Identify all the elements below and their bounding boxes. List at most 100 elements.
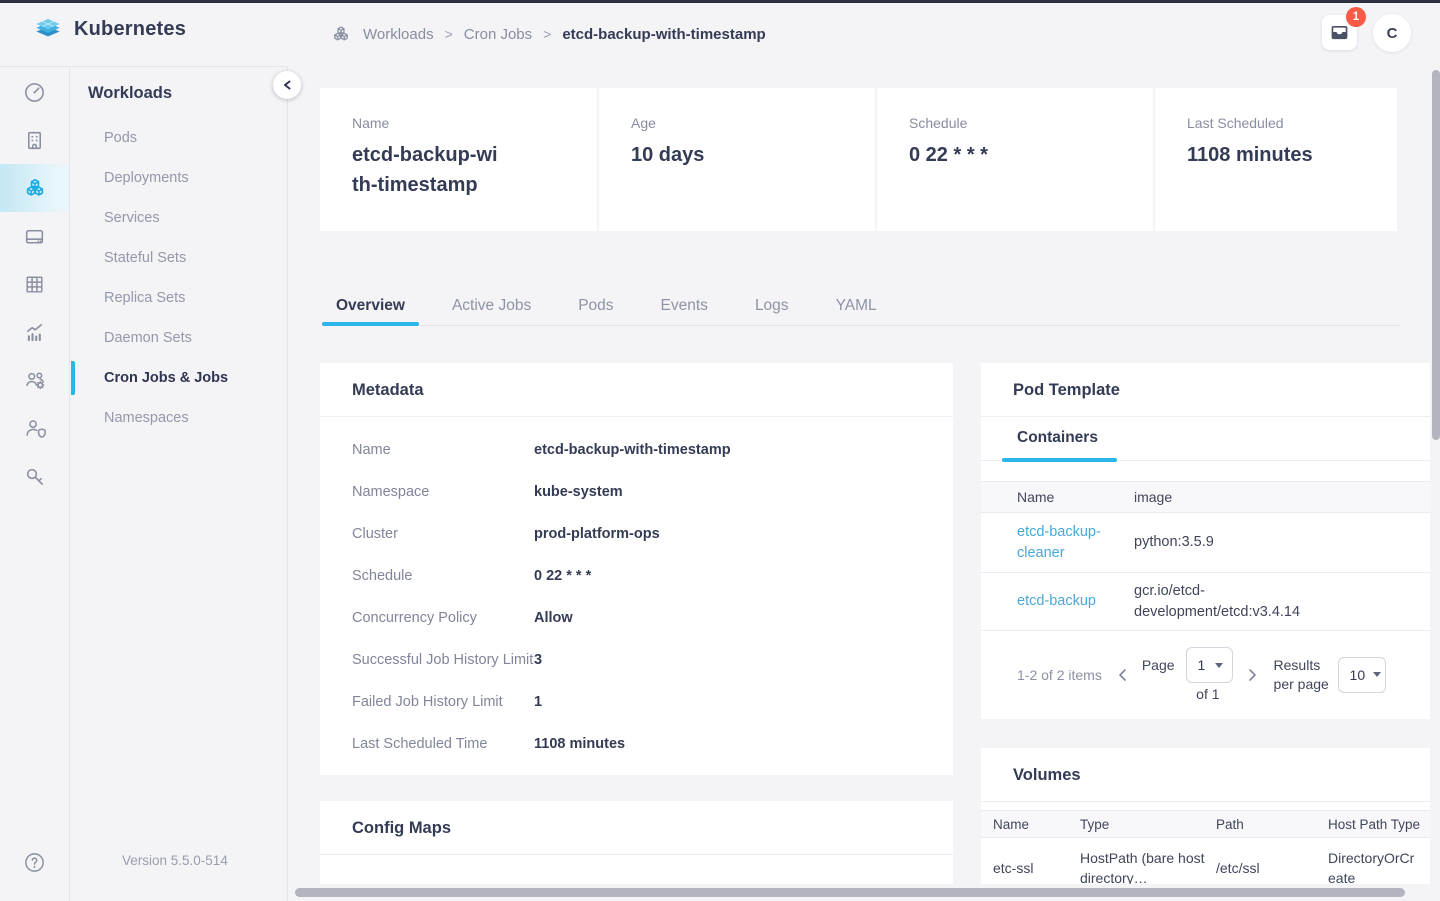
sidebar-item-replica-sets[interactable]: Replica Sets	[70, 278, 288, 318]
summary-card-schedule: Schedule 0 22 * * *	[877, 88, 1153, 231]
tab-label: Events	[661, 297, 708, 314]
row-label: Last Scheduled Time	[320, 736, 534, 752]
icon-rail	[0, 66, 70, 901]
column-header-path: Path	[1216, 817, 1328, 832]
tab-events[interactable]: Events	[647, 289, 722, 325]
container-link[interactable]: etcd-backup-cleaner	[1017, 522, 1137, 564]
sidebar-item-daemon-sets[interactable]: Daemon Sets	[70, 318, 288, 358]
summary-label: Name	[352, 115, 597, 131]
next-page-button[interactable]	[1244, 663, 1262, 687]
summary-card-last-scheduled: Last Scheduled 1108 minutes	[1155, 88, 1397, 231]
summary-value: 1108 minutes	[1187, 140, 1397, 170]
row-value: 3	[534, 652, 542, 668]
sidebar-item-pods[interactable]: Pods	[70, 118, 288, 158]
tab-active-jobs[interactable]: Active Jobs	[438, 289, 545, 325]
breadcrumb: Workloads > Cron Jobs > etcd-backup-with…	[330, 21, 766, 47]
sidebar-item-services[interactable]: Services	[70, 198, 288, 238]
breadcrumb-workloads[interactable]: Workloads	[363, 26, 434, 43]
container-link[interactable]: etcd-backup	[1017, 591, 1137, 612]
rail-item-network[interactable]	[0, 260, 69, 308]
row-label: Name	[320, 442, 534, 458]
sidebar-item-label: Deployments	[104, 170, 189, 186]
user-avatar[interactable]: C	[1373, 14, 1411, 52]
volumes-title: Volumes	[981, 748, 1430, 802]
workloads-blocks-icon	[330, 23, 352, 45]
sidebar-item-stateful-sets[interactable]: Stateful Sets	[70, 238, 288, 278]
sidebar-item-label: Replica Sets	[104, 290, 185, 306]
rail-item-accounts[interactable]	[0, 356, 69, 404]
column-header-type: Type	[1080, 817, 1216, 832]
detail-tabs: Overview Active Jobs Pods Events Logs YA…	[322, 289, 1400, 326]
rail-item-help[interactable]	[0, 838, 69, 886]
summary-value: etcd-backup-with-timestamp	[352, 140, 502, 200]
metadata-card: Metadata Nameetcd-backup-with-timestamp …	[320, 363, 953, 775]
results-per-page-value: 10	[1350, 667, 1366, 683]
tab-logs[interactable]: Logs	[741, 289, 803, 325]
summary-label: Age	[631, 115, 875, 131]
metadata-title: Metadata	[320, 363, 953, 417]
version-label: Version 5.5.0-514	[122, 853, 228, 868]
rail-item-workloads[interactable]	[0, 164, 69, 212]
chevron-down-icon	[1373, 672, 1381, 677]
pod-template-tabs: Containers	[981, 417, 1430, 461]
volume-host-path-type: DirectoryOrCreate	[1328, 848, 1430, 884]
sidebar-item-namespaces[interactable]: Namespaces	[70, 398, 288, 438]
tab-pods[interactable]: Pods	[564, 289, 627, 325]
config-maps-title: Config Maps	[320, 801, 953, 855]
chevron-left-icon	[281, 78, 293, 92]
sidebar-item-deployments[interactable]: Deployments	[70, 158, 288, 198]
sidebar-item-label: Stateful Sets	[104, 250, 186, 266]
rail-item-dashboard[interactable]	[0, 68, 69, 116]
previous-page-button[interactable]	[1114, 663, 1132, 687]
container-image: python:3.5.9	[1134, 534, 1214, 550]
dashboard-gauge-icon	[22, 80, 47, 105]
volume-type: HostPath (bare host directory…	[1080, 848, 1216, 884]
metadata-row: Concurrency PolicyAllow	[320, 597, 953, 639]
container-row: etcd-backup-cleaner python:3.5.9	[981, 513, 1430, 573]
tab-overview[interactable]: Overview	[322, 289, 419, 325]
row-value: Allow	[534, 610, 573, 626]
vertical-scrollbar-thumb[interactable]	[1432, 70, 1440, 440]
metadata-row: Clusterprod-platform-ops	[320, 513, 953, 555]
row-value: etcd-backup-with-timestamp	[534, 442, 731, 458]
app-window: Kubernetes Workloads > Cron Jobs > etcd-…	[0, 0, 1440, 901]
metadata-row: Namespacekube-system	[320, 471, 953, 513]
app-title: Kubernetes	[74, 18, 186, 41]
row-value: 1108 minutes	[534, 736, 625, 752]
container-row: etcd-backup gcr.io/etcd-development/etcd…	[981, 573, 1430, 631]
storage-drive-icon	[22, 224, 47, 249]
active-indicator	[71, 361, 75, 395]
breadcrumb-current: etcd-backup-with-timestamp	[562, 26, 765, 43]
sidebar-item-label: Namespaces	[104, 410, 189, 426]
rail-item-security[interactable]	[0, 404, 69, 452]
brand: Kubernetes	[33, 16, 186, 42]
metadata-row: Successful Job History Limit3	[320, 639, 953, 681]
tab-yaml[interactable]: YAML	[822, 289, 891, 325]
rail-item-secrets[interactable]	[0, 452, 69, 500]
notification-badge: 1	[1346, 7, 1366, 27]
workloads-blocks-icon	[22, 175, 48, 201]
breadcrumb-cron-jobs[interactable]: Cron Jobs	[464, 26, 532, 43]
page-select[interactable]: 1	[1186, 647, 1233, 683]
summary-label: Last Scheduled	[1187, 115, 1397, 131]
rail-item-metrics[interactable]	[0, 308, 69, 356]
tab-containers[interactable]: Containers	[1017, 417, 1098, 459]
rail-item-storage[interactable]	[0, 212, 69, 260]
summary-card-name: Name etcd-backup-with-timestamp	[320, 88, 597, 231]
sidebar-item-cron-jobs[interactable]: Cron Jobs & Jobs	[70, 358, 288, 398]
sidebar-collapse-button[interactable]	[273, 71, 301, 99]
results-per-page-select[interactable]: 10	[1338, 657, 1386, 693]
metadata-rows: Nameetcd-backup-with-timestamp Namespace…	[320, 417, 953, 765]
page-label: Page	[1142, 657, 1175, 673]
sidebar-section-title: Workloads	[88, 84, 172, 103]
volumes-card: Volumes Name Type Path Host Path Type et…	[981, 748, 1430, 884]
row-value: kube-system	[534, 484, 623, 500]
sidebar-item-label: Services	[104, 210, 160, 226]
row-value: 0 22 * * *	[534, 568, 591, 584]
rail-item-cluster[interactable]	[0, 116, 69, 164]
sidebar: Workloads Pods Deployments Services Stat…	[70, 66, 288, 901]
grid-icon	[22, 272, 47, 297]
horizontal-scrollbar-thumb[interactable]	[295, 888, 1405, 897]
building-icon	[22, 128, 47, 153]
pagination-summary: 1-2 of 2 items	[1017, 667, 1102, 683]
